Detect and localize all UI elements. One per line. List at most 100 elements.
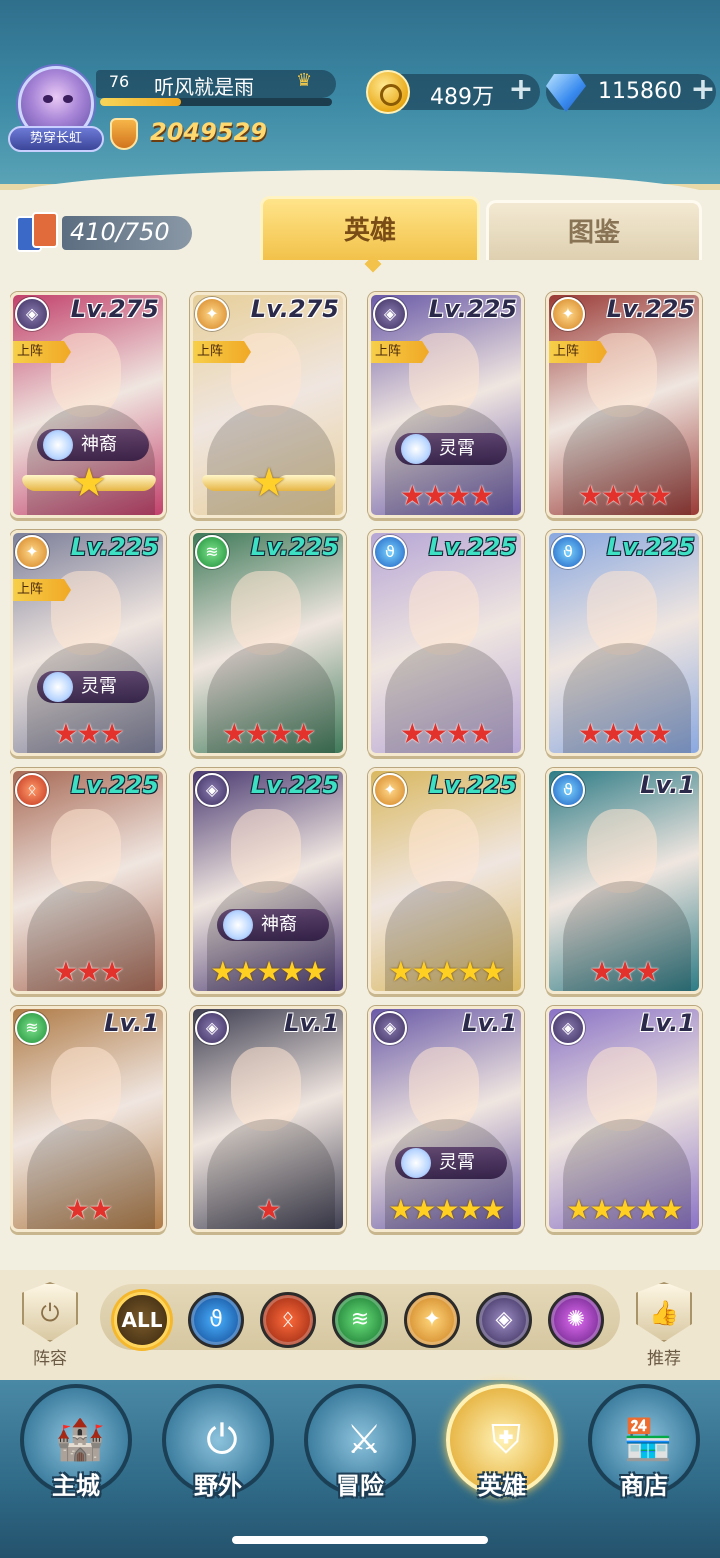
hero-level: Lv.225 <box>428 771 517 799</box>
star-rating: ★★★★★ <box>388 1193 506 1226</box>
recommend-label: 推荐 <box>647 1349 681 1369</box>
hero-level: Lv.1 <box>104 1009 159 1037</box>
nav-wild[interactable]: ⏻ 野外 <box>158 1384 278 1514</box>
gold-value: 489万 <box>430 85 494 110</box>
affinity-tag-label: 灵霄 <box>439 1152 475 1173</box>
hero-card[interactable]: ᛟ Lv.225 ★★★ <box>10 768 166 994</box>
filter-wind-faction-icon[interactable]: ≋ <box>332 1292 388 1348</box>
filter-fire-faction-icon[interactable]: ᛟ <box>260 1292 316 1348</box>
thumbs-up-icon: 👍 <box>636 1282 692 1342</box>
star-rating: ★★★★ <box>399 479 494 512</box>
hero-level: Lv.225 <box>606 295 695 323</box>
nav-shop[interactable]: 🏪 商店 <box>584 1384 704 1514</box>
affinity-tag-label: 神裔 <box>261 914 297 935</box>
blue-faction-icon: ϑ <box>551 773 585 807</box>
purple-faction-icon: ◈ <box>373 297 407 331</box>
player-name: 听风就是雨 <box>154 75 254 99</box>
hero-level: Lv.225 <box>250 771 339 799</box>
star-rating: ★★★★★ <box>388 955 506 988</box>
top-bar: 势穿长虹 76 听风就是雨 ♛ 2049529 489万 + 115860 + <box>0 0 720 210</box>
xp-bar-fill <box>100 98 182 106</box>
filter-all-button[interactable]: ALL <box>114 1292 170 1348</box>
hero-level: Lv.225 <box>428 295 517 323</box>
nav-label: 冒险 <box>336 1472 384 1500</box>
recommend-button[interactable]: 👍 推荐 <box>626 1282 702 1369</box>
nav-heroes[interactable]: ⛨ 英雄 <box>442 1384 562 1514</box>
orange-faction-icon: ✦ <box>15 535 49 569</box>
hero-card[interactable]: ϑ Lv.1 ★★★ <box>546 768 702 994</box>
player-info-bar: 76 听风就是雨 ♛ <box>96 70 336 99</box>
faction-filter-bar: ⏻ 阵容 ALL ϑ ᛟ ≋ ✦ ◈ ✺ 👍 推荐 <box>0 1270 720 1380</box>
hero-card[interactable]: ϑ Lv.225 ★★★★ <box>546 530 702 756</box>
hero-card[interactable]: ✦ Lv.225 ★★★★★ <box>368 768 524 994</box>
green-faction-icon: ≋ <box>15 1011 49 1045</box>
filter-void-faction-icon[interactable]: ✺ <box>548 1292 604 1348</box>
combat-power: 2049529 <box>150 118 267 146</box>
tab-heroes[interactable]: 英雄 <box>260 196 480 260</box>
star-rating: ★★★★ <box>577 717 672 750</box>
affinity-tag-icon <box>43 430 73 460</box>
player-level: 76 <box>108 72 130 91</box>
hero-level: Lv.1 <box>284 1009 339 1037</box>
filter-water-faction-icon[interactable]: ϑ <box>188 1292 244 1348</box>
nav-label: 英雄 <box>478 1472 526 1500</box>
blue-faction-icon: ϑ <box>551 535 585 569</box>
hero-card[interactable]: ϑ Lv.225 ★★★★ <box>368 530 524 756</box>
power-shield-icon <box>110 118 138 150</box>
hero-level: Lv.1 <box>462 1009 517 1037</box>
purple-faction-icon: ◈ <box>373 1011 407 1045</box>
nav-adventure[interactable]: ⚔ 冒险 <box>300 1384 420 1514</box>
orange-faction-icon: ✦ <box>373 773 407 807</box>
winged-star-badge: ★ <box>199 463 339 503</box>
gold-resource: 489万 + <box>366 70 540 114</box>
star-rating: ★★★★ <box>577 479 672 512</box>
bottom-nav: 🏰 主城 ⏻ 野外 ⚔ 冒险 ⛨ 英雄 🏪 商店 <box>0 1380 720 1558</box>
hero-level: Lv.225 <box>606 533 695 561</box>
hero-cards-icon <box>14 212 60 254</box>
filter-dark-faction-icon[interactable]: ◈ <box>476 1292 532 1348</box>
add-gem-button[interactable]: + <box>688 75 718 106</box>
hero-level: Lv.225 <box>250 533 339 561</box>
deployed-badge: 上阵 <box>371 341 429 363</box>
hero-card[interactable]: ◈ Lv.1 灵霄 ★★★★★ <box>368 1006 524 1232</box>
avatar-title: 势穿长虹 <box>8 126 104 152</box>
hero-card[interactable]: ✦ Lv.275 上阵 ★ <box>190 292 346 518</box>
player-avatar-frame[interactable]: 势穿长虹 <box>8 62 104 158</box>
nav-main-city[interactable]: 🏰 主城 <box>16 1384 136 1514</box>
hero-card[interactable]: ≋ Lv.225 ★★★★ <box>190 530 346 756</box>
home-indicator <box>232 1536 488 1544</box>
winged-star-badge: ★ <box>19 463 159 503</box>
purple-faction-icon: ◈ <box>195 773 229 807</box>
tab-codex[interactable]: 图鉴 <box>486 200 702 260</box>
hero-level: Lv.1 <box>640 1009 695 1037</box>
orange-faction-icon: ✦ <box>195 297 229 331</box>
affinity-tag-icon <box>401 1148 431 1178</box>
hero-card[interactable]: ◈ Lv.1 ★ <box>190 1006 346 1232</box>
hero-card[interactable]: ◈ Lv.1 ★★★★★ <box>546 1006 702 1232</box>
hero-card[interactable]: ◈ Lv.275 上阵 神裔 ★ <box>10 292 166 518</box>
gem-value: 115860 <box>598 79 682 104</box>
affinity-tag-label: 灵霄 <box>81 676 117 697</box>
affinity-tag: 神裔 <box>37 429 149 461</box>
star-rating: ★★★★ <box>399 717 494 750</box>
filter-light-faction-icon[interactable]: ✦ <box>404 1292 460 1348</box>
hero-card[interactable]: ≋ Lv.1 ★★ <box>10 1006 166 1232</box>
hero-card[interactable]: ✦ Lv.225 上阵 ★★★★ <box>546 292 702 518</box>
hero-level: Lv.225 <box>70 533 159 561</box>
hero-card[interactable]: ◈ Lv.225 神裔 ★★★★★ <box>190 768 346 994</box>
diamond-icon <box>546 74 586 112</box>
gem-resource: 115860 + <box>546 74 718 112</box>
purple-faction-icon: ◈ <box>195 1011 229 1045</box>
deployed-badge: 上阵 <box>193 341 251 363</box>
lineup-icon: ⏻ <box>22 1282 78 1342</box>
hero-card[interactable]: ◈ Lv.225 上阵 灵霄 ★★★★ <box>368 292 524 518</box>
affinity-tag: 灵霄 <box>37 671 149 703</box>
star-rating: ★★★★ <box>221 717 316 750</box>
add-gold-button[interactable]: + <box>506 75 536 106</box>
red-faction-icon: ᛟ <box>15 773 49 807</box>
lineup-button[interactable]: ⏻ 阵容 <box>12 1282 88 1369</box>
green-faction-icon: ≋ <box>195 535 229 569</box>
star-rating: ★★★ <box>589 955 660 988</box>
hero-level: Lv.1 <box>640 771 695 799</box>
hero-card[interactable]: ✦ Lv.225 上阵 灵霄 ★★★ <box>10 530 166 756</box>
